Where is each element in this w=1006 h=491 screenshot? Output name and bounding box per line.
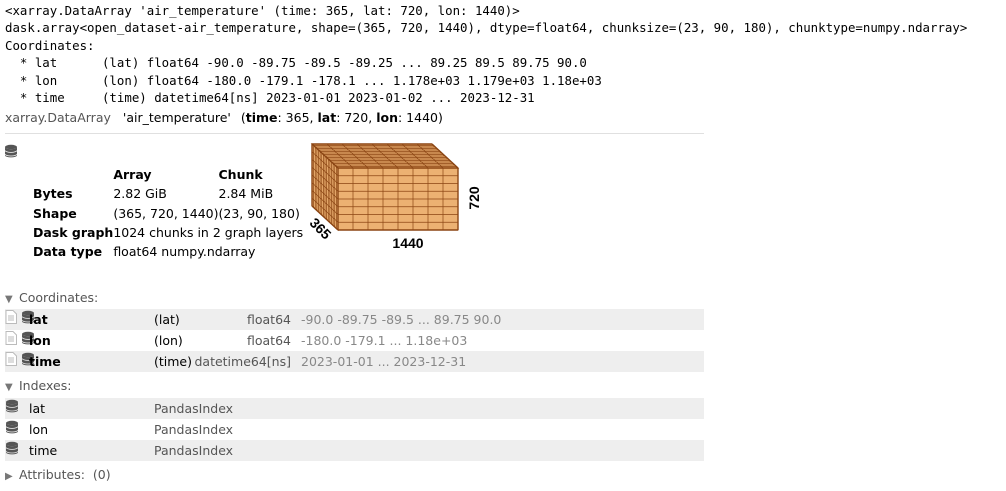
dask-row-bytes: Bytes 2.82 GiB 2.84 MiB — [33, 184, 319, 203]
coord-row-lon[interactable]: lon (lon) float64 -180.0 -179.1 ... 1.18… — [5, 330, 704, 351]
coord-dtype: datetime64[ns] — [194, 354, 291, 369]
caret-right-icon: ▶ — [5, 471, 13, 482]
index-row-time[interactable]: time PandasIndex — [5, 440, 704, 461]
coord-name: lon — [29, 333, 51, 348]
coord-preview: 2023-01-01 ... 2023-12-31 — [301, 354, 467, 369]
row-label: Data type — [33, 244, 103, 260]
row-label: Shape — [33, 205, 77, 221]
dask-table-header: Array Chunk — [33, 165, 319, 184]
database-icon[interactable] — [5, 441, 19, 455]
coord-preview: -90.0 -89.75 -89.5 ... 89.75 90.0 — [301, 312, 502, 327]
dim-size: : 365 — [277, 110, 310, 125]
array-value: 2.82 GiB — [113, 186, 167, 202]
attributes-section-toggle[interactable]: ▶ Attributes: (0) — [5, 466, 111, 486]
index-name: time — [29, 443, 58, 458]
index-name: lat — [29, 401, 46, 416]
lon-size-label: 1440 — [392, 235, 423, 251]
coord-dims: (lat) — [154, 312, 180, 327]
dask-array-table: Array Chunk Bytes 2.82 GiB 2.84 MiB Shap… — [33, 165, 319, 261]
index-type: PandasIndex — [154, 401, 234, 416]
dask-row-shape: Shape (365, 720, 1440) (23, 90, 180) — [33, 204, 319, 223]
array-name: 'air_temperature' — [122, 110, 231, 125]
dask-row-dtype: Data type float64 numpy.ndarray — [33, 242, 319, 261]
cube-grid — [310, 142, 460, 232]
repr-line: * lat (lat) float64 -90.0 -89.75 -89.5 -… — [5, 55, 587, 71]
section-title: Indexes: — [19, 378, 72, 393]
attributes-count: (0) — [92, 467, 111, 482]
database-icon[interactable] — [5, 399, 19, 413]
array-value: (365, 720, 1440) — [113, 205, 219, 221]
index-row-lat[interactable]: lat PandasIndex — [5, 398, 704, 419]
indexes-section-toggle[interactable]: ▼ Indexes: — [5, 377, 71, 397]
repr-line: Coordinates: — [5, 37, 95, 53]
coordinates-section-toggle[interactable]: ▼ Coordinates: — [5, 289, 98, 309]
file-text-icon[interactable] — [5, 310, 17, 324]
dim-name: lat — [317, 110, 337, 125]
coord-name: time — [29, 354, 61, 369]
coord-dtype: float64 — [247, 312, 291, 327]
dataarray-header: xarray.DataArray 'air_temperature' (time:… — [5, 109, 704, 134]
coord-dims: (time) — [154, 354, 192, 369]
dask-row-graph: Dask graph 1024 chunks in 2 graph layers — [33, 223, 319, 242]
dim-name: lon — [376, 110, 398, 125]
repr-line: * lon (lon) float64 -180.0 -179.1 -178.1… — [5, 72, 602, 88]
index-name: lon — [29, 422, 49, 437]
row-label: Dask graph — [33, 224, 114, 240]
dim-separator: , — [368, 110, 377, 125]
index-type: PandasIndex — [154, 443, 234, 458]
coord-dtype: float64 — [247, 333, 291, 348]
repr-line: <xarray.DataArray 'air_temperature' (tim… — [5, 3, 520, 18]
object-type: xarray.DataArray — [5, 110, 111, 125]
dim-name: time — [245, 110, 278, 125]
file-text-icon[interactable] — [5, 331, 17, 345]
coord-preview: -180.0 -179.1 ... 1.18e+03 — [301, 333, 468, 348]
coord-name: lat — [29, 312, 48, 327]
file-text-icon[interactable] — [5, 352, 17, 366]
caret-down-icon: ▼ — [5, 294, 13, 305]
repr-line: dask.array<open_dataset-air_temperature,… — [5, 20, 968, 36]
index-type: PandasIndex — [154, 422, 234, 437]
database-icon[interactable] — [4, 144, 18, 158]
database-icon[interactable] — [5, 420, 19, 434]
paren-close: ) — [437, 110, 443, 125]
dim-size: : 720 — [336, 110, 369, 125]
repr-text: <xarray.DataArray 'air_temperature' (tim… — [5, 2, 967, 106]
dims-summary: (time: 365, lat: 720, lon: 1440) — [241, 110, 443, 125]
dim-size: : 1440 — [397, 110, 438, 125]
section-title: Coordinates: — [19, 290, 99, 305]
caret-down-icon: ▼ — [5, 382, 13, 393]
index-row-lon[interactable]: lon PandasIndex — [5, 419, 704, 440]
lat-size-label: 720 — [466, 186, 482, 210]
row-label: Bytes — [33, 186, 73, 202]
repr-line: * time (time) datetime64[ns] 2023-01-01 … — [5, 89, 535, 105]
array-value: float64 numpy.ndarray — [113, 244, 256, 260]
coord-dims: (lon) — [154, 333, 183, 348]
dim-separator: , — [309, 110, 318, 125]
col-array: Array — [113, 167, 152, 182]
chunk-cube-diagram: 1440 720 365 — [307, 142, 482, 251]
coord-row-time[interactable]: time (time) datetime64[ns] 2023-01-01 ..… — [5, 351, 704, 372]
section-title: Attributes: — [19, 467, 85, 482]
coord-row-lat[interactable]: lat (lat) float64 -90.0 -89.75 -89.5 ...… — [5, 309, 704, 330]
array-value: 1024 chunks in 2 graph layers — [113, 224, 304, 240]
